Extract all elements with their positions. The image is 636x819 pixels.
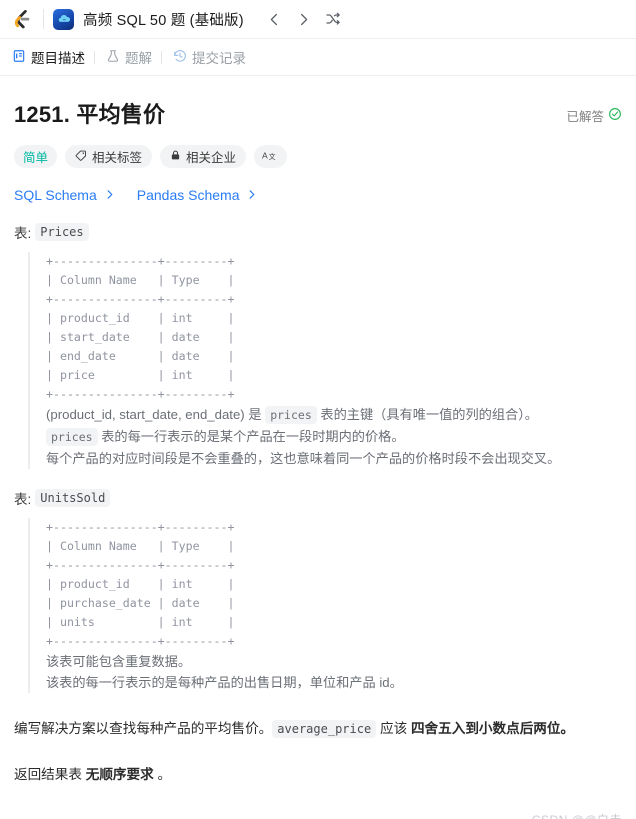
topbar-nav-group [262,6,346,32]
prices-note-2-code: prices [46,428,98,446]
window-topbar: 高频 SQL 50 题 (基础版) [0,0,636,39]
title-row: 1251. 平均售价 已解答 [14,97,622,129]
cloud-app-icon [53,8,74,30]
description-icon [12,49,26,66]
topbar-title: 高频 SQL 50 题 (基础版) [83,12,244,29]
return-part-2: 。 [153,767,172,782]
sql-schema-link[interactable]: SQL Schema [14,187,115,203]
related-companies-button[interactable]: 相关企业 [160,145,247,168]
chevron-left-icon[interactable] [262,6,288,32]
unitssold-note-line-1: 该表可能包含重复数据。 [46,654,192,669]
task-part-2: 应该 [376,721,411,736]
translate-button[interactable]: A 文 [254,145,288,168]
tag-row: 简单 相关标签 相关企业 A 文 [14,145,622,168]
task-bold-rounding: 四舍五入到小数点后两位。 [410,721,575,736]
tab-solutions[interactable]: 题解 [104,47,161,67]
svg-text:文: 文 [269,151,276,160]
topbar-divider [43,9,44,29]
prices-note-2b: 表的每一行表示的是某个产品在一段时期内的价格。 [97,429,405,444]
task-part-1: 编写解决方案以查找每种产品的平均售价。 [14,721,273,736]
table-label-prices: 表: Prices [14,222,622,242]
tab-submissions-label: 提交记录 [192,51,246,66]
return-statement: 返回结果表 无顺序要求 。 [14,763,622,783]
tag-icon [75,149,87,164]
unitssold-notes: 该表可能包含重复数据。 该表的每一行表示的是每种产品的出售日期，单位和产品 id… [28,651,622,693]
translate-icon: A 文 [262,149,279,165]
prices-note-1b: 表的主键（具有唯一值的列的组合）。 [316,407,538,422]
prices-ascii-table: +---------------+---------+ | Column Nam… [46,254,235,401]
return-part-1: 返回结果表 [14,767,86,782]
schema-links: SQL Schema Pandas Schema [14,187,622,203]
prices-note-1a: (product_id, start_date, end_date) 是 [46,407,266,422]
history-icon [173,49,187,66]
prices-note-line-1: (product_id, start_date, end_date) 是 pri… [46,404,622,426]
solved-label: 已解答 [566,110,604,124]
pandas-schema-label: Pandas Schema [136,187,240,203]
unitssold-ascii-table: +---------------+---------+ | Column Nam… [46,520,235,648]
return-bold-any-order: 无顺序要求 [85,767,154,782]
prices-schema-block: +---------------+---------+ | Column Nam… [28,252,622,404]
tab-description-label: 题目描述 [31,51,85,66]
related-tags-button[interactable]: 相关标签 [65,145,153,168]
difficulty-badge[interactable]: 简单 [14,145,58,168]
unitssold-schema-block: +---------------+---------+ | Column Nam… [28,518,622,651]
table-name-prices: Prices [35,223,89,241]
table-label-prefix: 表: [14,226,32,241]
flask-icon [106,49,120,66]
tab-description[interactable]: 题目描述 [10,47,94,67]
watermark: CSDN @@白圭 [532,811,622,819]
related-companies-label: 相关企业 [186,151,237,165]
tab-submissions[interactable]: 提交记录 [171,47,255,67]
prices-note-line-3: 每个产品的对应时间段是不会重叠的，这也意味着同一个产品的价格时段不会出现交叉。 [46,451,561,466]
leetcode-logo-icon[interactable] [10,7,34,31]
task-code-average-price: average_price [272,720,377,738]
prices-notes: (product_id, start_date, end_date) 是 pri… [28,404,622,469]
chevron-right-icon [246,187,257,203]
page-title: 1251. 平均售价 [14,102,166,127]
prices-note-1-code: prices [265,406,317,424]
status-badge: 已解答 [566,106,622,125]
prices-note-line-2: prices 表的每一行表示的是某个产品在一段时期内的价格。 [46,426,622,448]
problem-body: 1251. 平均售价 已解答 简单 相关标签 相关企业 A 文 SQL Sche… [0,97,636,819]
task-statement: 编写解决方案以查找每种产品的平均售价。 average_price 应该 四舍五入… [14,717,622,741]
pandas-schema-link[interactable]: Pandas Schema [137,187,258,203]
unitssold-note-line-2: 该表的每一行表示的是每种产品的出售日期，单位和产品 id。 [46,675,403,690]
sql-schema-label: SQL Schema [14,187,97,203]
chevron-right-icon [104,187,115,203]
shuffle-icon[interactable] [320,6,346,32]
table-name-unitssold: UnitsSold [35,489,111,507]
table-label-prefix-2: 表: [14,492,32,507]
tab-solutions-label: 题解 [125,51,152,66]
chevron-right-icon[interactable] [291,6,317,32]
tab-divider-1 [94,50,95,64]
related-tags-label: 相关标签 [92,151,143,165]
tab-strip: 题目描述 题解 提交记录 [0,39,636,76]
check-circle-icon [608,107,622,124]
difficulty-label: 简单 [23,151,49,165]
lock-icon [170,149,181,164]
svg-text:A: A [262,150,268,160]
tab-divider-2 [161,50,162,64]
table-label-unitssold: 表: UnitsSold [14,488,622,508]
